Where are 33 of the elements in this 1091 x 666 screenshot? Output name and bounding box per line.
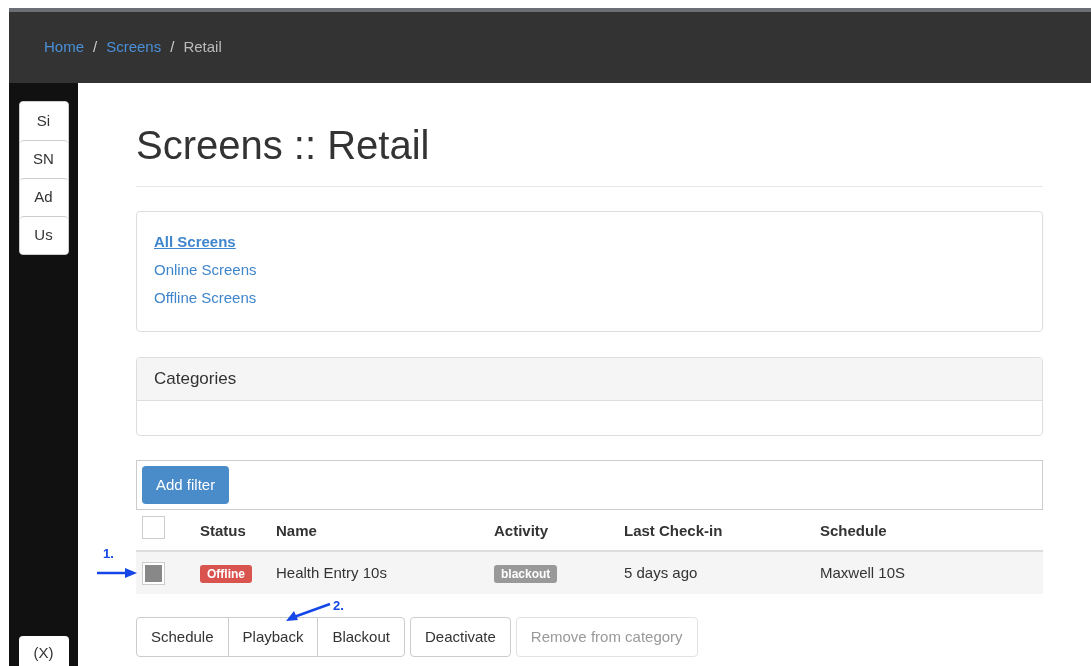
select-all-checkbox[interactable] [142, 516, 165, 539]
action-button[interactable]: Schedule [136, 617, 229, 657]
row-checkbox[interactable] [142, 561, 165, 585]
filter-link[interactable]: Online Screens [154, 260, 257, 279]
annotation-number: 2. [333, 597, 344, 615]
table-cell-text: Health Entry 10s [276, 562, 388, 583]
arrow-icon [286, 602, 332, 622]
panel-title: Categories [154, 368, 237, 391]
annotation-number: 1. [103, 545, 114, 563]
table-cell-text: Maxwell 10S [820, 562, 906, 583]
filter-link[interactable]: All Screens [154, 232, 236, 251]
add-filter-button[interactable]: Add filter [142, 466, 230, 504]
sidebar-button[interactable]: Us [19, 216, 68, 254]
breadcrumb-separator: / [170, 37, 175, 58]
breadcrumb-separator: / [93, 37, 98, 58]
action-button[interactable]: Blackout [317, 617, 405, 657]
table-cell-text: 5 days ago [624, 562, 699, 583]
close-sidebar-button[interactable]: (X) [18, 636, 69, 666]
status-label: Offline [200, 564, 252, 583]
column-header: Schedule [820, 520, 887, 541]
action-button[interactable]: Playback [227, 617, 319, 657]
arrow-icon [97, 568, 137, 578]
column-header: Last Check-in [624, 520, 724, 541]
page-title: Screens :: Retail [136, 125, 1043, 187]
action-button[interactable]: Deactivate [410, 617, 511, 657]
activity-label: blackout [494, 564, 558, 583]
filter-link[interactable]: Offline Screens [154, 288, 257, 307]
column-header: Name [276, 520, 318, 541]
breadcrumb-link[interactable]: Home [44, 36, 84, 59]
column-header: Status [200, 520, 247, 541]
column-header: Activity [494, 520, 550, 541]
breadcrumb-link[interactable]: Screens [106, 36, 162, 59]
breadcrumb-current: Retail [183, 37, 222, 58]
